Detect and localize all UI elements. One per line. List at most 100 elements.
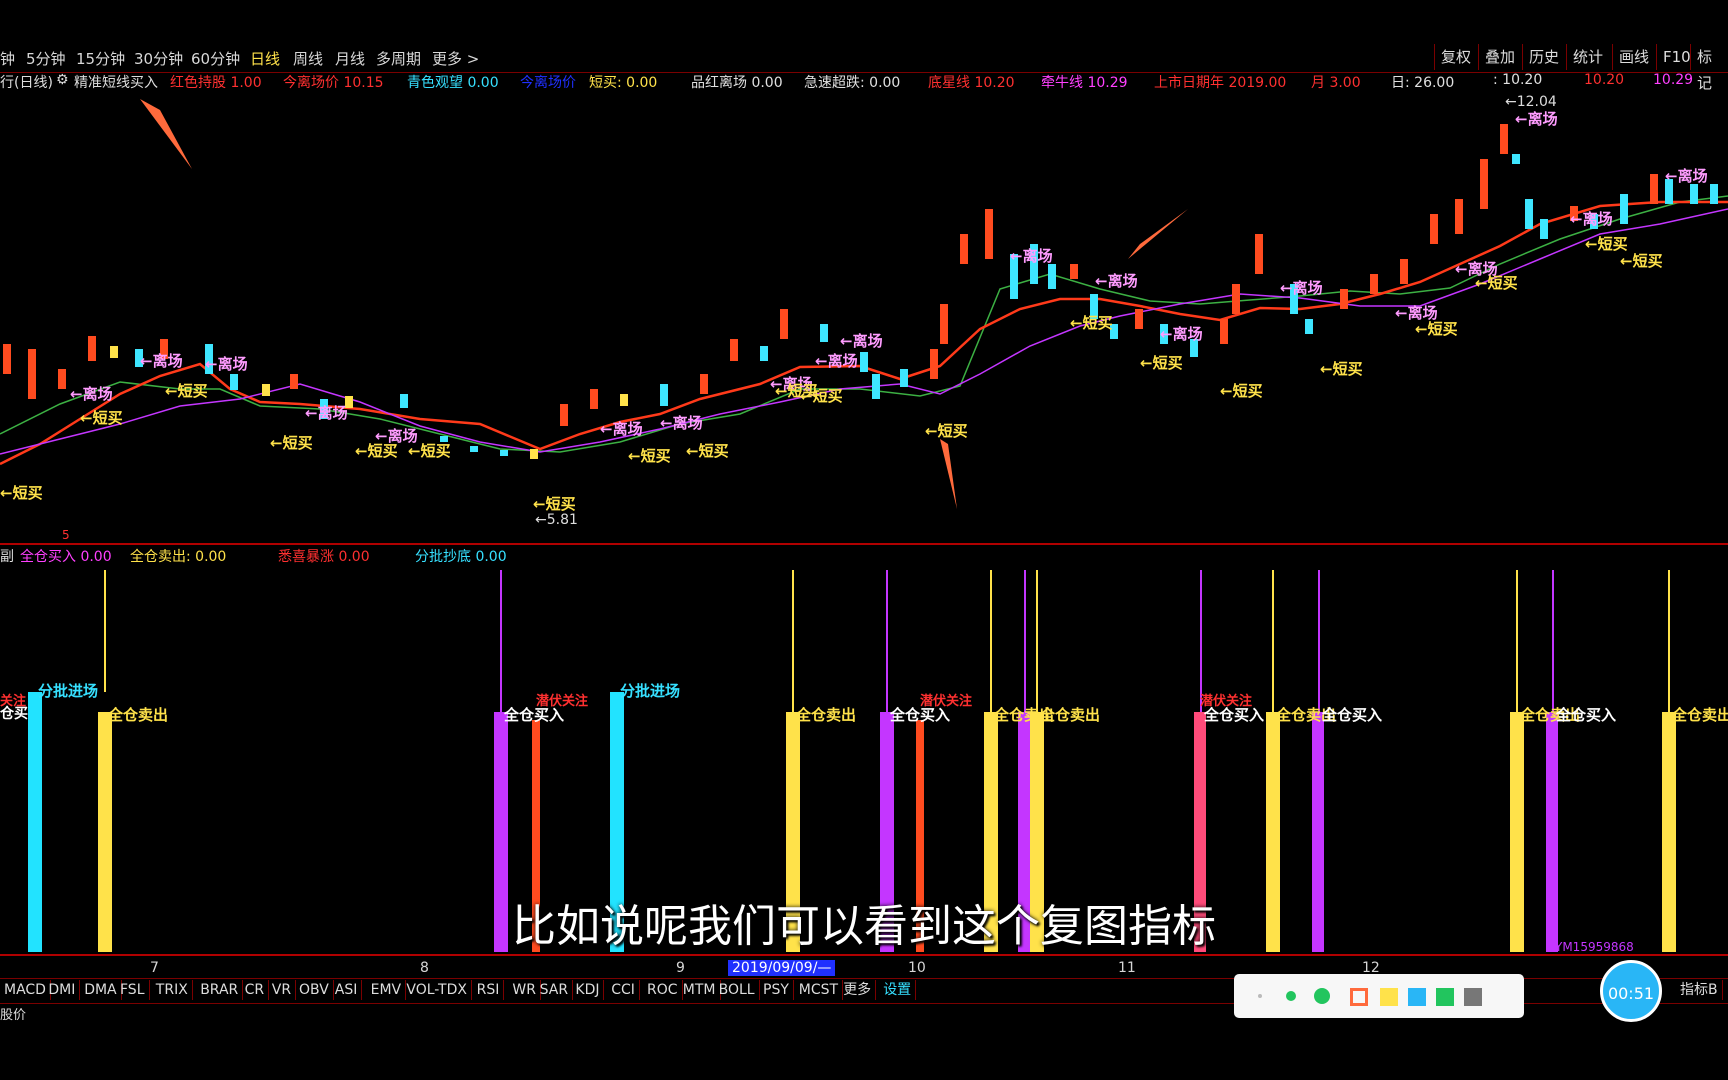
- signal-exit: ←离场: [140, 352, 183, 370]
- tab-obv[interactable]: OBV: [295, 980, 334, 1000]
- signal-exit: ←离场: [600, 420, 643, 438]
- sub-chart-name: 副: [0, 549, 14, 565]
- full-sell-label: 全仓卖出: [1040, 706, 1101, 724]
- full-sell-label: 全仓卖出: [1672, 706, 1728, 724]
- tab-设置[interactable]: 设置: [879, 980, 917, 1000]
- tab-macd[interactable]: MACD: [0, 980, 51, 1000]
- tab-indicator-b[interactable]: 指标B: [1676, 980, 1723, 1000]
- current-date-label: 2019/09/09/—: [728, 960, 836, 976]
- tab-trix[interactable]: TRIX: [152, 980, 193, 1000]
- signal-buy: ←短买: [628, 447, 671, 465]
- dot-large-icon[interactable]: [1314, 988, 1330, 1004]
- tab-fsl[interactable]: FSL: [116, 980, 150, 1000]
- stats-button[interactable]: 统计: [1566, 44, 1609, 70]
- tab-kdj[interactable]: KDJ: [571, 980, 605, 1000]
- tab-emv[interactable]: EMV: [367, 980, 407, 1000]
- full-buy-label: 全仓买入: [1556, 706, 1617, 724]
- batch-entry-label: 分批进场: [620, 682, 681, 700]
- tab-5min[interactable]: 5分钟: [26, 48, 66, 69]
- tab-weekly[interactable]: 周线: [293, 48, 323, 69]
- color-swatch-orange[interactable]: [1350, 988, 1368, 1006]
- tab-roc[interactable]: ROC: [643, 980, 683, 1000]
- low-price-label: ←5.81: [535, 512, 578, 528]
- date-label: 9: [676, 960, 685, 976]
- tab-monthly[interactable]: 月线: [335, 48, 365, 69]
- batch-entry-label: 分批进场: [38, 682, 99, 700]
- tab-mcst[interactable]: MCST: [795, 980, 844, 1000]
- history-button[interactable]: 历史: [1522, 44, 1565, 70]
- tab-multi-period[interactable]: 多周期: [376, 48, 421, 69]
- tab-15min[interactable]: 15分钟: [76, 48, 125, 69]
- full-buy-label: 全仓买入 0.00: [20, 549, 112, 565]
- signal-buy: ←短买: [1070, 314, 1113, 332]
- dot-small-icon[interactable]: [1258, 994, 1262, 998]
- signal-exit: ←离场: [1570, 210, 1613, 228]
- signal-buy: ←短买: [800, 387, 843, 405]
- signal-exit: ←离场: [840, 332, 883, 350]
- dot-medium-icon[interactable]: [1286, 991, 1296, 1001]
- high-price-label: ←12.04: [1505, 94, 1557, 110]
- signal-exit: ←离场: [1160, 325, 1203, 343]
- date-label: 8: [420, 960, 429, 976]
- tab-更多[interactable]: 更多: [839, 980, 877, 1000]
- date-axis-divider: [0, 954, 1728, 956]
- signal-buy: ←短买: [533, 495, 576, 513]
- color-swatch-blue[interactable]: [1408, 988, 1426, 1006]
- tab-more[interactable]: 更多 >: [432, 48, 479, 69]
- watch-label: 潜伏关注: [536, 694, 589, 709]
- signal-exit: ←离场: [815, 352, 858, 370]
- draw-line-button[interactable]: 画线: [1612, 44, 1655, 70]
- status-label: 股价: [0, 1008, 27, 1023]
- recording-timer[interactable]: 00:51: [1600, 960, 1662, 1022]
- color-swatch-gray[interactable]: [1464, 988, 1482, 1006]
- signal-buy: ←短买: [0, 484, 43, 502]
- tab-1min[interactable]: 钟: [0, 48, 15, 69]
- signal-buy: ←短买: [270, 434, 313, 452]
- signal-exit: ←离场: [1010, 247, 1053, 265]
- mark-button[interactable]: 标记: [1690, 44, 1728, 92]
- arrow-annotation-1: [140, 99, 192, 169]
- tab-asi[interactable]: ASI: [331, 980, 363, 1000]
- batch-bottom-label: 分批抄底 0.00: [415, 549, 507, 565]
- tab-sar[interactable]: SAR: [536, 980, 574, 1000]
- candlestick-chart: [0, 99, 1728, 509]
- tab-vol-tdx[interactable]: VOL-TDX: [402, 980, 472, 1000]
- signal-buy: ←短买: [686, 442, 729, 460]
- tab-cci[interactable]: CCI: [607, 980, 640, 1000]
- signal-buy: ←短买: [165, 382, 208, 400]
- restore-rights-button[interactable]: 复权: [1434, 44, 1477, 70]
- signal-buy: ←短买: [408, 442, 451, 460]
- arrow-annotation-3: [940, 439, 957, 509]
- tab-brar[interactable]: BRAR: [196, 980, 244, 1000]
- signal-exit: ←离场: [1665, 167, 1708, 185]
- tab-60min[interactable]: 60分钟: [191, 48, 240, 69]
- signal-buy: ←短买: [1620, 252, 1663, 270]
- panel-divider: [0, 543, 1728, 545]
- tab-rsi[interactable]: RSI: [473, 980, 505, 1000]
- signal-buy: ←短买: [80, 409, 123, 427]
- signal-buy: ←短买: [1320, 360, 1363, 378]
- tab-psy[interactable]: PSY: [759, 980, 794, 1000]
- full-sell-label: 全仓卖出: [108, 706, 169, 724]
- signal-buy: ←短买: [925, 422, 968, 440]
- signal-exit: ←离场: [660, 414, 703, 432]
- full-sell-label: 全仓卖出: [796, 706, 857, 724]
- color-swatch-yellow[interactable]: [1380, 988, 1398, 1006]
- tab-vr[interactable]: VR: [268, 980, 297, 1000]
- ma-green-line: [0, 195, 1728, 453]
- signal-buy: ←短买: [1475, 274, 1518, 292]
- full-sell-label: 全仓卖出: 0.00: [130, 549, 227, 565]
- tab-boll[interactable]: BOLL: [715, 980, 760, 1000]
- date-label: 11: [1118, 960, 1136, 976]
- signal-exit: ←离场: [305, 404, 348, 422]
- tab-30min[interactable]: 30分钟: [134, 48, 183, 69]
- color-swatch-green[interactable]: [1436, 988, 1454, 1006]
- tab-daily[interactable]: 日线: [250, 48, 280, 69]
- date-label: 7: [150, 960, 159, 976]
- overlay-button[interactable]: 叠加: [1478, 44, 1521, 70]
- tab-dmi[interactable]: DMI: [44, 980, 81, 1000]
- cursor-marker: 5: [62, 528, 70, 542]
- signal-buy: ←短买: [1415, 320, 1458, 338]
- tab-cr[interactable]: CR: [241, 980, 270, 1000]
- signal-exit: ←离场: [70, 385, 113, 403]
